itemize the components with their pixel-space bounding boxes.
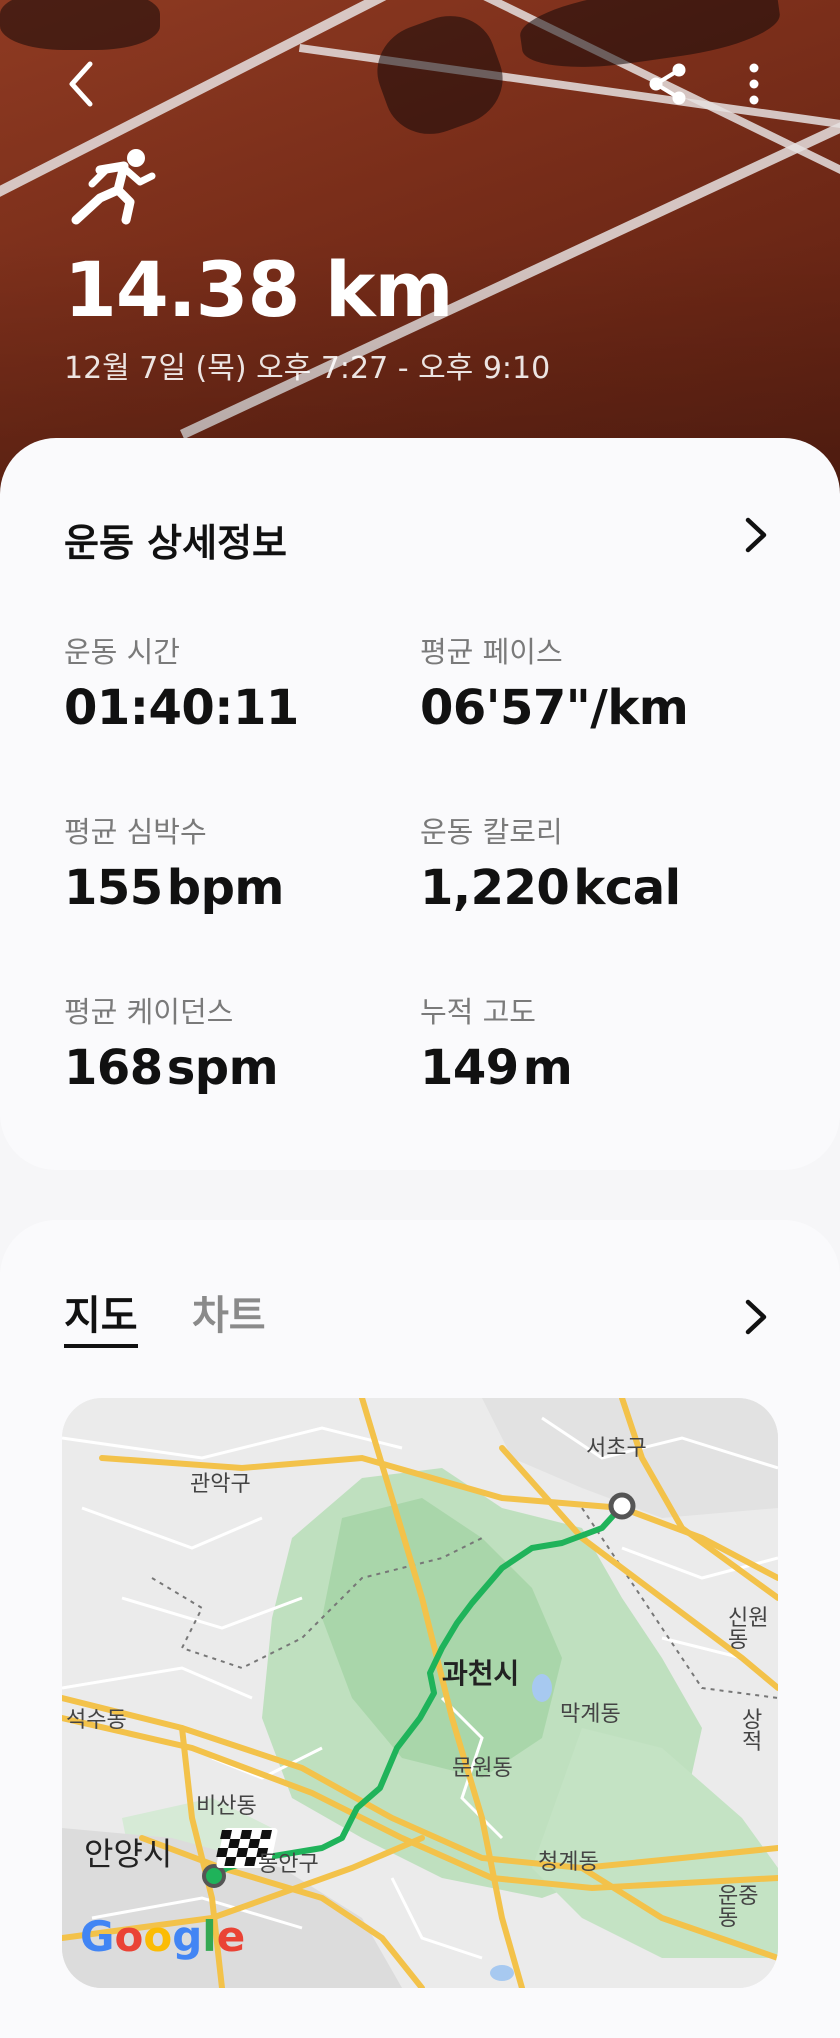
end-marker bbox=[202, 1864, 226, 1888]
map-label-sinwon: 신원동 bbox=[728, 1606, 769, 1653]
map-label-seocho: 서초구 bbox=[586, 1436, 647, 1461]
workout-date-range: 12월 7일 (목) 오후 7:27 - 오후 9:10 bbox=[64, 351, 551, 386]
map-label-anyang: 안양시 bbox=[84, 1835, 173, 1873]
stat-value-duration: 01:40:11 bbox=[64, 680, 299, 736]
workout-distance: 14.38 km bbox=[64, 245, 454, 334]
details-more-button[interactable] bbox=[736, 512, 776, 558]
stat-label-elevation: 누적 고도 bbox=[420, 995, 536, 1029]
tab-chart[interactable]: 차트 bbox=[192, 1296, 266, 1336]
map-label-bisan: 비산동 bbox=[196, 1794, 257, 1819]
stat-value-cadence: 168spm bbox=[64, 1040, 279, 1096]
map-label-unjung: 운중동 bbox=[718, 1884, 759, 1931]
hero-banner: 14.38 km 12월 7일 (목) 오후 7:27 - 오후 9:10 bbox=[0, 0, 840, 500]
stat-value-elevation: 149m bbox=[420, 1040, 573, 1096]
map-label-dongan: 동안구 bbox=[258, 1852, 319, 1877]
back-arrow-icon bbox=[69, 61, 93, 107]
stat-value-heart-rate: 155bpm bbox=[64, 860, 284, 916]
tab-map-indicator bbox=[64, 1344, 138, 1348]
stat-label-heart-rate: 평균 심박수 bbox=[64, 815, 207, 849]
details-title: 운동 상세정보 bbox=[64, 521, 287, 565]
map-label-sangjeok: 상적 bbox=[742, 1708, 763, 1755]
back-button[interactable] bbox=[50, 52, 114, 116]
running-person-icon bbox=[71, 149, 156, 225]
map-label-cheonggye: 청계동 bbox=[538, 1850, 599, 1875]
stat-label-calories: 운동 칼로리 bbox=[420, 815, 563, 849]
share-icon bbox=[649, 63, 686, 105]
start-marker bbox=[608, 1492, 636, 1520]
stat-value-calories: 1,220kcal bbox=[420, 860, 681, 916]
map-background bbox=[62, 1398, 778, 1988]
runner-shadow bbox=[364, 2, 516, 148]
map-label-munwon: 문원동 bbox=[452, 1756, 513, 1781]
stat-label-duration: 운동 시간 bbox=[64, 635, 180, 669]
route-map[interactable]: 서초구 관악구 신원동 과천시 석수동 막계동 상적 문원동 비산동 안양시 동… bbox=[62, 1398, 778, 1988]
share-button[interactable] bbox=[636, 52, 700, 116]
map-label-gwanak: 관악구 bbox=[190, 1472, 251, 1497]
map-label-gwacheon: 과천시 bbox=[442, 1657, 520, 1690]
chevron-right-icon bbox=[745, 1299, 767, 1335]
more-options-button[interactable] bbox=[722, 52, 786, 116]
stat-label-cadence: 평균 케이던스 bbox=[64, 995, 234, 1029]
chevron-right-icon bbox=[745, 517, 767, 553]
map-label-seoksu: 석수동 bbox=[66, 1708, 127, 1733]
stat-value-pace: 06'57"/km bbox=[420, 680, 689, 736]
stat-label-pace: 평균 페이스 bbox=[420, 635, 563, 669]
map-label-makgye: 막계동 bbox=[560, 1702, 621, 1727]
more-vertical-icon bbox=[749, 63, 759, 105]
tab-map[interactable]: 지도 bbox=[64, 1296, 138, 1336]
runner-shadow bbox=[0, 0, 160, 50]
map-more-button[interactable] bbox=[736, 1294, 776, 1340]
google-attribution-logo: Google bbox=[80, 1912, 246, 1961]
